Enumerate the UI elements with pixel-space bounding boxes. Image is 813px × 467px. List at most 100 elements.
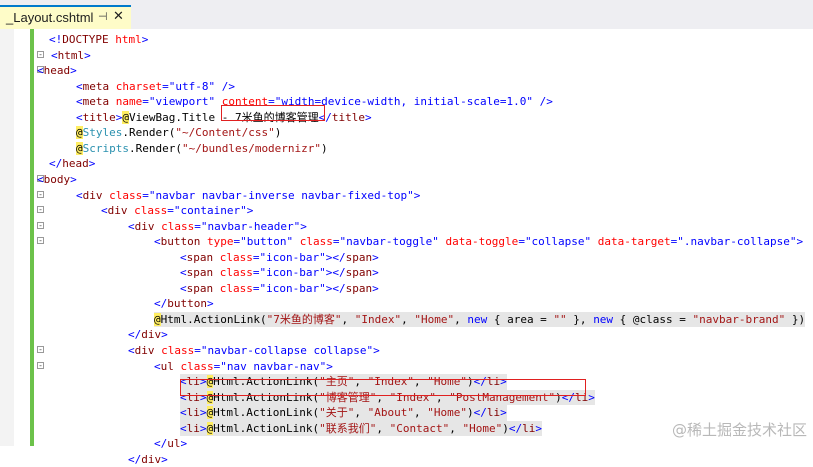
code-text[interactable]: </button> xyxy=(154,296,214,312)
code-token: class xyxy=(109,188,143,202)
code-token: < xyxy=(37,64,44,78)
code-line[interactable]: @Scripts.Render("~/bundles/modernizr") xyxy=(0,141,813,157)
code-token: , xyxy=(376,421,390,435)
fold-toggle-icon[interactable]: - xyxy=(37,346,44,354)
code-token: ) xyxy=(502,421,509,435)
code-token: </ xyxy=(154,437,168,451)
code-text[interactable]: <div class="navbar-header"> xyxy=(128,219,307,235)
code-text[interactable]: </div> xyxy=(128,327,168,343)
code-token: "collapse" xyxy=(524,235,592,249)
code-text[interactable]: @Styles.Render("~/Content/css") xyxy=(76,125,281,141)
code-token: li xyxy=(186,406,200,420)
close-icon[interactable]: ✕ xyxy=(113,9,124,24)
code-text[interactable]: <meta charset="utf-8" /> xyxy=(76,79,235,95)
code-token: div xyxy=(107,204,128,218)
code-token: html xyxy=(57,48,85,62)
fold-toggle-icon[interactable]: - xyxy=(37,237,44,245)
code-text[interactable]: <div class="navbar-collapse collapse"> xyxy=(128,343,380,359)
code-token: . xyxy=(128,141,136,155)
fold-toggle-icon[interactable]: - xyxy=(37,190,44,198)
code-line[interactable]: </div> xyxy=(0,452,813,467)
code-line[interactable]: - <div class="navbar navbar-inverse navba… xyxy=(0,188,813,204)
code-token: @ xyxy=(122,110,129,124)
code-text[interactable]: <span class="icon-bar"></span> xyxy=(180,281,379,297)
code-line[interactable]: <span class="icon-bar"></span> xyxy=(0,250,813,266)
code-token: ></ xyxy=(325,250,346,264)
code-token: = xyxy=(142,188,149,202)
code-line[interactable]: <meta name="viewport" content="width=dev… xyxy=(0,94,813,110)
code-token: @ xyxy=(76,126,83,140)
code-token: < xyxy=(51,48,58,62)
code-line[interactable]: - <div class="navbar-collapse collapse"> xyxy=(0,343,813,359)
code-token: > xyxy=(70,64,77,78)
code-line[interactable]: </div> xyxy=(0,327,813,343)
code-text[interactable]: <span class="icon-bar"></span> xyxy=(180,265,379,281)
code-token: > xyxy=(300,219,307,233)
code-text[interactable]: @Scripts.Render("~/bundles/modernizr") xyxy=(76,141,328,157)
fold-toggle-icon[interactable]: - xyxy=(37,361,44,369)
code-line[interactable]: - <div class="navbar-header"> xyxy=(0,219,813,235)
code-text[interactable]: <head> xyxy=(37,63,77,79)
code-token: "7米鱼的博客" xyxy=(266,312,342,326)
code-line[interactable]: @Html.ActionLink("7米鱼的博客", "Index", "Hom… xyxy=(0,311,813,328)
code-text[interactable]: </head> xyxy=(49,156,95,172)
code-text[interactable]: <html> xyxy=(51,48,91,64)
code-line[interactable]: - <div class="container"> xyxy=(0,203,813,219)
code-token: meta xyxy=(82,79,110,93)
code-text[interactable]: <div class="container"> xyxy=(101,203,253,219)
code-token: < xyxy=(76,79,83,93)
code-token: button xyxy=(167,297,207,311)
code-text[interactable]: </ul> xyxy=(154,436,187,452)
code-line[interactable]: @Styles.Render("~/Content/css") xyxy=(0,125,813,141)
code-token: > xyxy=(207,297,214,311)
code-line[interactable]: <title>@ViewBag.Title - 7米鱼的博客管理</title> xyxy=(0,110,813,126)
code-text[interactable]: <button type="button" class="navbar-togg… xyxy=(154,234,803,250)
code-line[interactable]: </button> xyxy=(0,296,813,312)
tab-layout-cshtml[interactable]: _Layout.cshtml ⊣ ✕ xyxy=(0,5,131,29)
code-editor[interactable]: <!DOCTYPE html> - <html> - <head> <meta chars… xyxy=(0,29,813,466)
code-text[interactable]: <div class="navbar navbar-inverse navbar… xyxy=(76,188,420,204)
code-token: <! xyxy=(49,33,63,46)
code-text[interactable]: <ul class="nav navbar-nav"> xyxy=(154,359,333,375)
code-line[interactable]: - <ul class="nav navbar-nav"> xyxy=(0,359,813,375)
code-token: "container" xyxy=(173,204,247,218)
code-token: li xyxy=(186,421,200,435)
code-line[interactable]: <!DOCTYPE html> xyxy=(0,32,813,48)
code-text[interactable]: <span class="icon-bar"></span> xyxy=(180,250,379,266)
code-text[interactable]: </div> xyxy=(128,452,168,467)
code-line[interactable]: <span class="icon-bar"></span> xyxy=(0,281,813,297)
code-text[interactable]: <body> xyxy=(37,172,77,188)
fold-toggle-icon[interactable]: - xyxy=(37,221,44,229)
code-token: "关于" xyxy=(319,406,355,420)
code-text[interactable]: <!DOCTYPE html> xyxy=(49,32,148,48)
code-token: > xyxy=(180,437,188,451)
code-token: div xyxy=(134,344,155,357)
code-line[interactable]: - <button type="button" class="navbar-tog… xyxy=(0,234,813,250)
code-text[interactable]: <li>@Html.ActionLink("关于", "About", "Hom… xyxy=(180,405,507,421)
code-line[interactable]: - <html> xyxy=(0,48,813,64)
code-token: ></ xyxy=(325,266,346,280)
code-token: class xyxy=(219,281,253,295)
code-token: div xyxy=(141,452,162,466)
code-line[interactable]: <meta charset="utf-8" /> xyxy=(0,79,813,95)
fold-toggle-icon[interactable]: - xyxy=(37,206,44,214)
code-text[interactable]: @Html.ActionLink("7米鱼的博客", "Index", "Hom… xyxy=(154,311,806,328)
code-token: "Home" xyxy=(427,406,467,420)
fold-toggle-icon[interactable]: - xyxy=(37,50,44,58)
code-token: . xyxy=(122,126,129,140)
code-text[interactable]: <li>@Html.ActionLink("联系我们", "Contact", … xyxy=(180,420,542,437)
code-token: > xyxy=(500,406,507,420)
code-line[interactable]: </head> xyxy=(0,156,813,172)
code-token: > xyxy=(199,406,207,420)
code-token: li xyxy=(522,421,536,435)
code-line[interactable]: <span class="icon-bar"></span> xyxy=(0,265,813,281)
pin-icon[interactable]: ⊣ xyxy=(98,10,108,23)
code-token: class xyxy=(219,266,253,280)
code-token: button xyxy=(160,235,201,249)
code-line[interactable]: - <body> xyxy=(0,172,813,188)
code-token: = xyxy=(162,79,169,93)
code-line[interactable]: - <head> xyxy=(0,63,813,79)
code-token: @ xyxy=(154,312,161,326)
code-token: class xyxy=(161,219,195,233)
